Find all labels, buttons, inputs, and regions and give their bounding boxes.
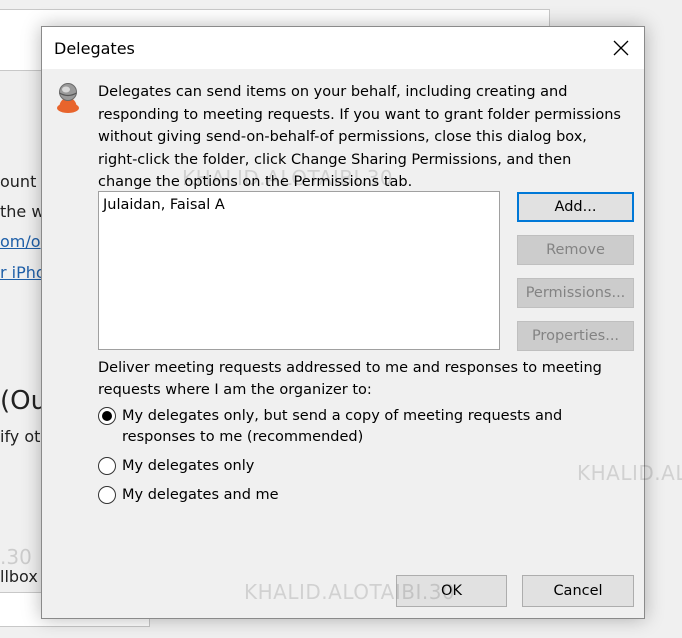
delegate-list[interactable]: Julaidan, Faisal A	[98, 191, 500, 350]
radio-button[interactable]	[98, 407, 116, 425]
watermark: KHALID.ALOTAIBI.30	[244, 580, 456, 604]
option-label[interactable]: My delegates and me	[122, 485, 632, 506]
option-label[interactable]: My delegates only	[122, 456, 632, 477]
radio-button[interactable]	[98, 486, 116, 504]
add-button[interactable]: Add...	[517, 192, 634, 222]
close-icon	[613, 40, 629, 56]
option-label[interactable]: My delegates only, but send a copy of me…	[122, 406, 632, 448]
dialog-titlebar: Delegates	[42, 27, 644, 69]
deliver-label: Deliver meeting requests addressed to me…	[98, 360, 602, 398]
option-delegates-and-me[interactable]: My delegates and me	[98, 485, 632, 506]
watermark: KHALID.AL	[577, 461, 682, 485]
background-text: the w	[0, 202, 45, 221]
option-delegates-copy-me[interactable]: My delegates only, but send a copy of me…	[98, 406, 632, 448]
dialog-title: Delegates	[54, 39, 135, 58]
radio-selected-dot	[102, 411, 112, 421]
delegates-dialog: Delegates Delegates can send items on yo…	[41, 26, 645, 619]
delegate-person-icon	[57, 83, 79, 113]
close-button[interactable]	[598, 27, 644, 69]
background-link[interactable]: om/o	[0, 232, 41, 251]
remove-button[interactable]: Remove	[517, 235, 634, 265]
radio-button[interactable]	[98, 457, 116, 475]
cancel-button[interactable]: Cancel	[522, 575, 634, 607]
background-watermark-fragment: .30	[0, 545, 32, 569]
permissions-button[interactable]: Permissions...	[517, 278, 634, 308]
option-delegates-only[interactable]: My delegates only	[98, 456, 632, 477]
properties-button[interactable]: Properties...	[517, 321, 634, 351]
list-item[interactable]: Julaidan, Faisal A	[103, 197, 225, 213]
background-link[interactable]: r iPho	[0, 263, 46, 282]
watermark: KHALID.ALOTAIBI.30	[182, 166, 394, 190]
